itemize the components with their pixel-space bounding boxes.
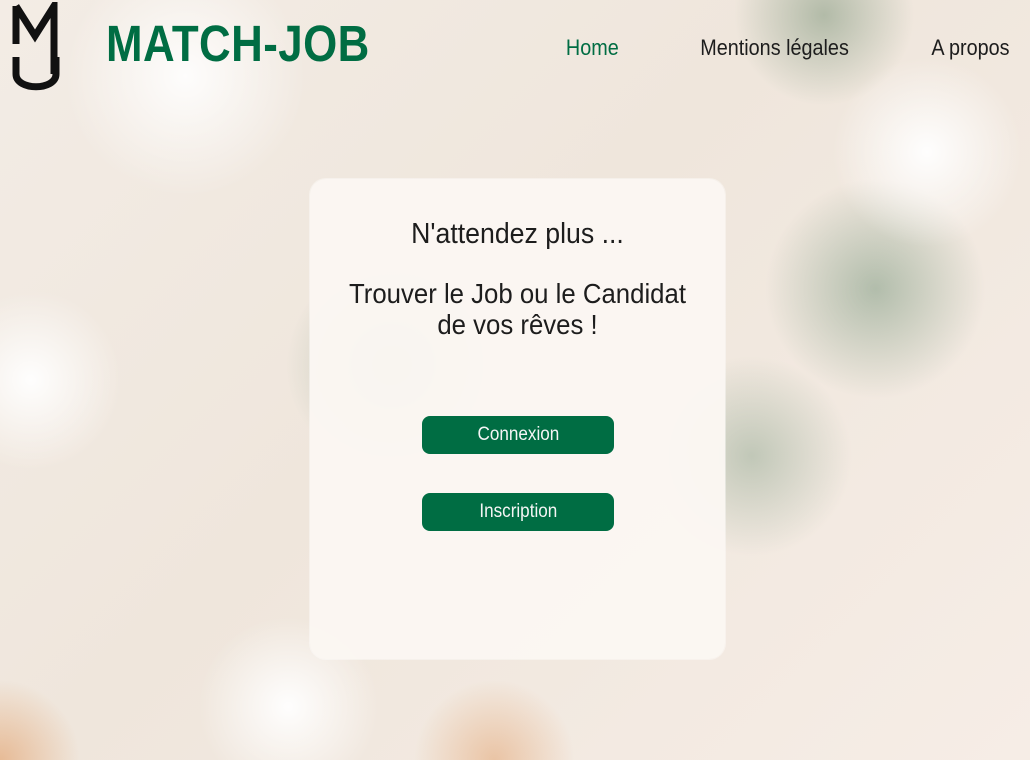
hero-card: N'attendez plus ... Trouver le Job ou le… [310, 179, 725, 659]
header: MATCH-JOB Home Mentions légales A propos [0, 0, 1030, 100]
nav-home-link[interactable]: Home [566, 35, 619, 61]
hero-headline: N'attendez plus ... [411, 218, 624, 250]
nav-legal-link[interactable]: Mentions légales [700, 35, 849, 61]
logo-graphic [12, 0, 60, 91]
login-button[interactable]: Connexion [422, 416, 614, 454]
signup-button[interactable]: Inscription [422, 493, 614, 531]
hero-subline: Trouver le Job ou le Candidat de vos rêv… [348, 278, 686, 340]
login-button-label: Connexion [477, 424, 559, 445]
signup-button-label: Inscription [479, 501, 557, 522]
logo-icon [10, 0, 62, 98]
main-nav: Home Mentions légales A propos [563, 35, 1014, 61]
brand-title: MATCH-JOB [106, 15, 370, 72]
nav-about-link[interactable]: A propos [931, 35, 1009, 61]
